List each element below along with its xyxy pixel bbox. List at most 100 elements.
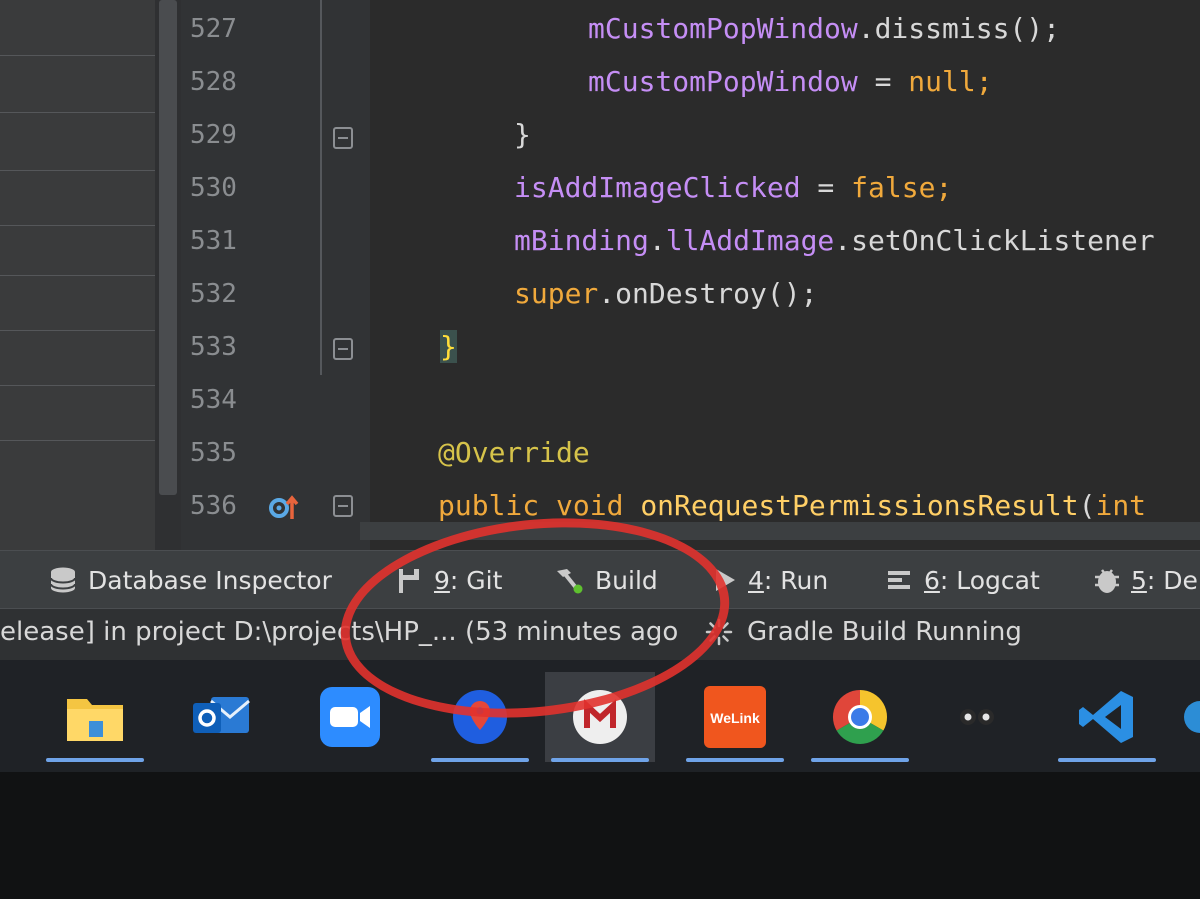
- fold-marker-icon[interactable]: [333, 495, 353, 517]
- code-editor[interactable]: 527 mCustomPopWindow.dissmiss(); 528 mCusto…: [0, 0, 1200, 550]
- code-token: false: [851, 171, 936, 204]
- line-number: 530: [190, 173, 237, 203]
- taskbar-dots-app[interactable]: [922, 672, 1032, 762]
- taskbar-vscode[interactable]: [1052, 672, 1162, 762]
- line-number: 535: [190, 438, 237, 468]
- project-tree-row[interactable]: [0, 385, 155, 386]
- tool-label: : Logcat: [939, 565, 1040, 595]
- project-tree-row[interactable]: [0, 440, 155, 441]
- project-tree-row[interactable]: [0, 225, 155, 226]
- code-token: public: [438, 489, 540, 522]
- code-token: .setOnClickListener: [834, 224, 1155, 257]
- code-line[interactable]: mBinding.llAddImage.setOnClickListener: [514, 224, 1155, 257]
- open-indicator: [551, 758, 649, 762]
- line-number: 527: [190, 14, 237, 44]
- code-line[interactable]: mCustomPopWindow = null;: [588, 65, 993, 98]
- code-token: .dissmiss();: [857, 12, 1061, 45]
- outlook-icon: [193, 697, 250, 733]
- project-tree-row[interactable]: [0, 170, 155, 171]
- code-token: }: [514, 118, 531, 151]
- code-token: isAddImageClicked: [514, 171, 801, 204]
- line-number: 536: [190, 491, 237, 521]
- tool-number: 4: [748, 565, 764, 595]
- open-indicator: [46, 758, 144, 762]
- code-token: super: [514, 277, 599, 310]
- logcat-icon: [888, 571, 910, 589]
- debug-bug-icon: [1095, 569, 1119, 593]
- chrome-icon: [832, 690, 888, 745]
- line-number: 534: [190, 385, 237, 415]
- code-line[interactable]: isAddImageClicked = false;: [514, 171, 952, 204]
- code-token: =: [857, 65, 909, 98]
- tool-logcat[interactable]: 6: Logcat: [886, 565, 1040, 595]
- project-tree-row[interactable]: [0, 330, 155, 331]
- taskbar-partial-app[interactable]: [1170, 672, 1200, 762]
- code-token: ;: [975, 65, 993, 98]
- taskbar-file-explorer[interactable]: [40, 672, 150, 762]
- fold-marker-icon[interactable]: [333, 127, 353, 149]
- fold-marker-icon[interactable]: [333, 338, 353, 360]
- side-scrollbar[interactable]: [155, 0, 181, 550]
- svg-text:WeLink: WeLink: [710, 710, 760, 726]
- code-token: void: [556, 489, 624, 522]
- scrollbar-thumb[interactable]: [159, 0, 177, 495]
- zoom-icon: [320, 687, 380, 747]
- line-number: 532: [190, 279, 237, 309]
- line-number: 529: [190, 120, 237, 150]
- line-number: 531: [190, 226, 237, 256]
- fold-guide: [320, 0, 322, 375]
- tool-run[interactable]: 4: Run: [712, 565, 828, 595]
- line-number: 528: [190, 67, 237, 97]
- dots-app-icon: [960, 709, 994, 725]
- tool-label: : Run: [763, 565, 829, 595]
- open-indicator: [811, 758, 909, 762]
- tool-number: 6: [924, 565, 940, 595]
- project-tree-row[interactable]: [0, 275, 155, 276]
- open-indicator: [1058, 758, 1156, 762]
- implements-override-icon[interactable]: [268, 493, 300, 521]
- code-line[interactable]: super.onDestroy();: [514, 277, 817, 310]
- code-token: mBinding: [514, 224, 649, 257]
- code-token: =: [800, 171, 852, 204]
- background-task-status[interactable]: Gradle Build Running: [705, 617, 1022, 647]
- code-token: @Override: [438, 436, 590, 469]
- file-explorer-icon: [67, 699, 123, 741]
- vscode-icon: [1079, 691, 1133, 743]
- code-line[interactable]: public void onRequestPermissionsResult(i…: [438, 489, 1146, 522]
- code-token: }: [440, 330, 457, 363]
- taskbar-outlook[interactable]: [166, 672, 276, 762]
- code-token: onRequestPermissionsResult: [640, 489, 1079, 522]
- tool-label: Database Inspector: [88, 565, 332, 595]
- code-token: llAddImage: [665, 224, 835, 257]
- code-token: int: [1095, 489, 1147, 522]
- project-tree-row[interactable]: [0, 112, 155, 113]
- tool-debug[interactable]: 5: Deb: [1093, 565, 1200, 595]
- taskbar-chrome[interactable]: [805, 672, 915, 762]
- tool-database-inspector[interactable]: Database Inspector: [48, 565, 332, 595]
- welink-icon: WeLink: [704, 686, 766, 748]
- taskbar-welink[interactable]: WeLink: [680, 672, 790, 762]
- code-line[interactable]: mCustomPopWindow.dissmiss();: [588, 12, 1060, 45]
- code-token: (: [1078, 489, 1096, 522]
- tool-label: : Deb: [1146, 565, 1200, 595]
- project-tree-row[interactable]: [0, 55, 155, 56]
- code-line[interactable]: }: [514, 118, 531, 151]
- project-panel[interactable]: [0, 0, 155, 550]
- open-indicator: [431, 758, 529, 762]
- tool-number: 5: [1131, 565, 1147, 595]
- code-line[interactable]: @Override: [438, 436, 590, 469]
- code-token: .onDestroy();: [598, 277, 818, 310]
- database-icon: [50, 567, 76, 593]
- edge-partial-icon: [1184, 701, 1200, 733]
- gradle-status-text: Gradle Build Running: [747, 617, 1022, 647]
- open-indicator: [686, 758, 784, 762]
- line-number: 533: [190, 332, 237, 362]
- code-token: mCustomPopWindow: [588, 65, 858, 98]
- code-line[interactable]: }: [440, 330, 457, 363]
- code-token: null: [908, 65, 976, 98]
- code-token: .: [648, 224, 666, 257]
- code-token: ;: [935, 171, 953, 204]
- monitor-bezel: [0, 772, 1200, 899]
